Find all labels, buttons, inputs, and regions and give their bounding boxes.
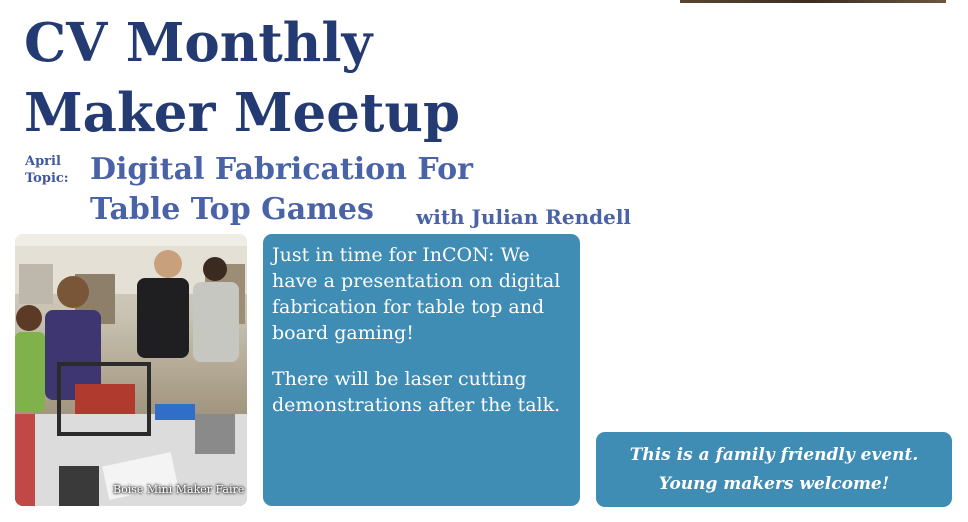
- title-line-1: CV Monthly: [24, 12, 373, 74]
- page-title: CV Monthly Maker Meetup: [24, 8, 460, 148]
- event-photo: Boise Mini Maker Faire: [15, 234, 247, 506]
- photo-caption: Boise Mini Maker Faire: [113, 483, 245, 496]
- description-box: Just in time for InCON: We have a presen…: [263, 234, 580, 506]
- description-paragraph-2: There will be laser cutting demonstratio…: [272, 368, 561, 416]
- family-notice-line-1: This is a family friendly event.: [629, 444, 919, 465]
- description-paragraph-1: Just in time for InCON: We have a presen…: [272, 244, 561, 344]
- topic-label: April Topic:: [25, 153, 69, 187]
- topic-title-line-1: Digital Fabrication For: [90, 152, 473, 187]
- family-notice-line-2: Young makers welcome!: [658, 473, 890, 494]
- topic-label-month: April: [25, 154, 61, 169]
- family-notice-box: This is a family friendly event. Young m…: [596, 432, 952, 507]
- event-photo-illustration: [15, 234, 247, 506]
- title-line-2: Maker Meetup: [24, 82, 461, 144]
- topic-label-word: Topic:: [25, 171, 69, 186]
- top-photo-strip: [680, 0, 946, 3]
- presenter: with Julian Rendell: [416, 205, 632, 229]
